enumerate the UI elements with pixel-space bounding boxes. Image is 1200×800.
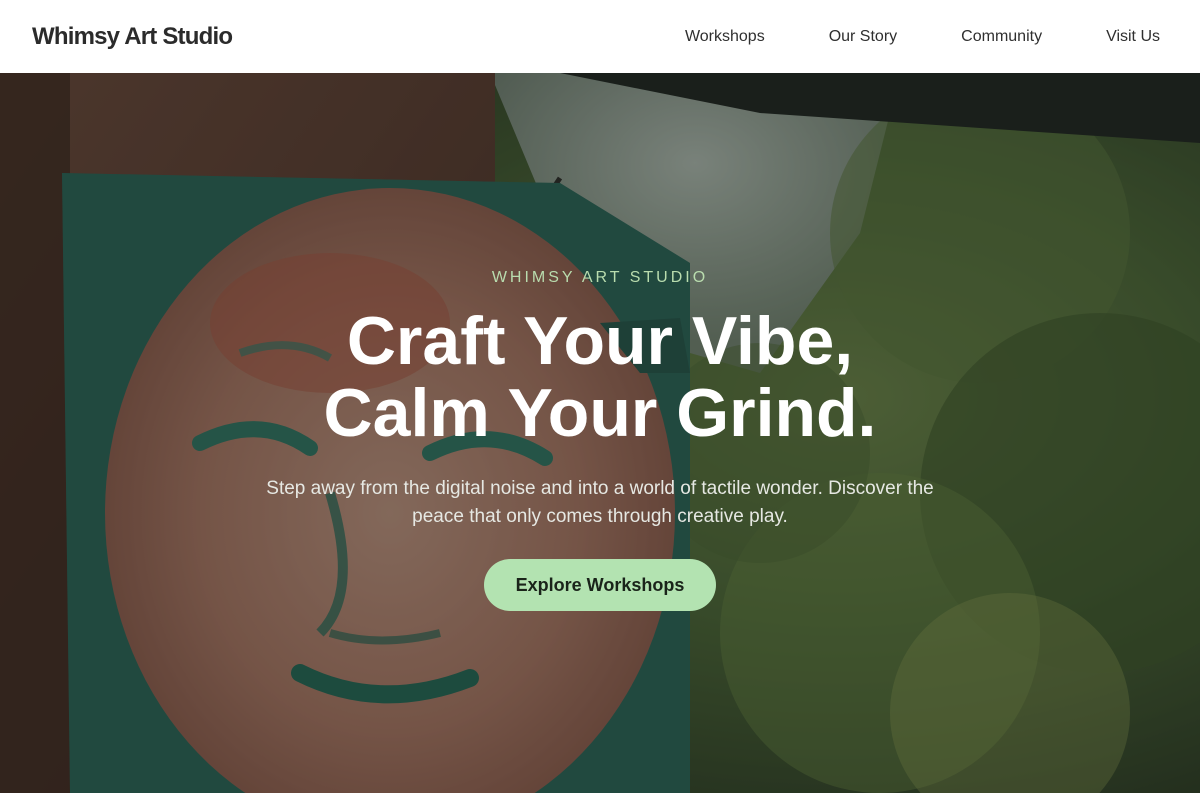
nav-link-visit-us[interactable]: Visit Us <box>1106 28 1160 46</box>
nav-link-community[interactable]: Community <box>961 28 1042 46</box>
hero-headline-line-1: Craft Your Vibe, <box>346 303 854 379</box>
hero-headline: Craft Your Vibe, Calm Your Grind. <box>0 305 1200 449</box>
nav-link-our-story[interactable]: Our Story <box>829 28 897 46</box>
explore-workshops-button[interactable]: Explore Workshops <box>484 559 716 611</box>
main-nav: Workshops Our Story Community Visit Us <box>685 28 1160 46</box>
hero-content: WHIMSY ART STUDIO Craft Your Vibe, Calm … <box>0 73 1200 793</box>
hero-section: WHIMSY ART STUDIO Craft Your Vibe, Calm … <box>0 73 1200 793</box>
site-header: Whimsy Art Studio Workshops Our Story Co… <box>0 0 1200 73</box>
nav-link-workshops[interactable]: Workshops <box>685 28 765 46</box>
site-logo[interactable]: Whimsy Art Studio <box>32 23 233 51</box>
hero-subtext: Step away from the digital noise and int… <box>266 478 934 527</box>
hero-headline-line-2: Calm Your Grind. <box>323 375 877 451</box>
hero-eyebrow: WHIMSY ART STUDIO <box>491 269 709 286</box>
